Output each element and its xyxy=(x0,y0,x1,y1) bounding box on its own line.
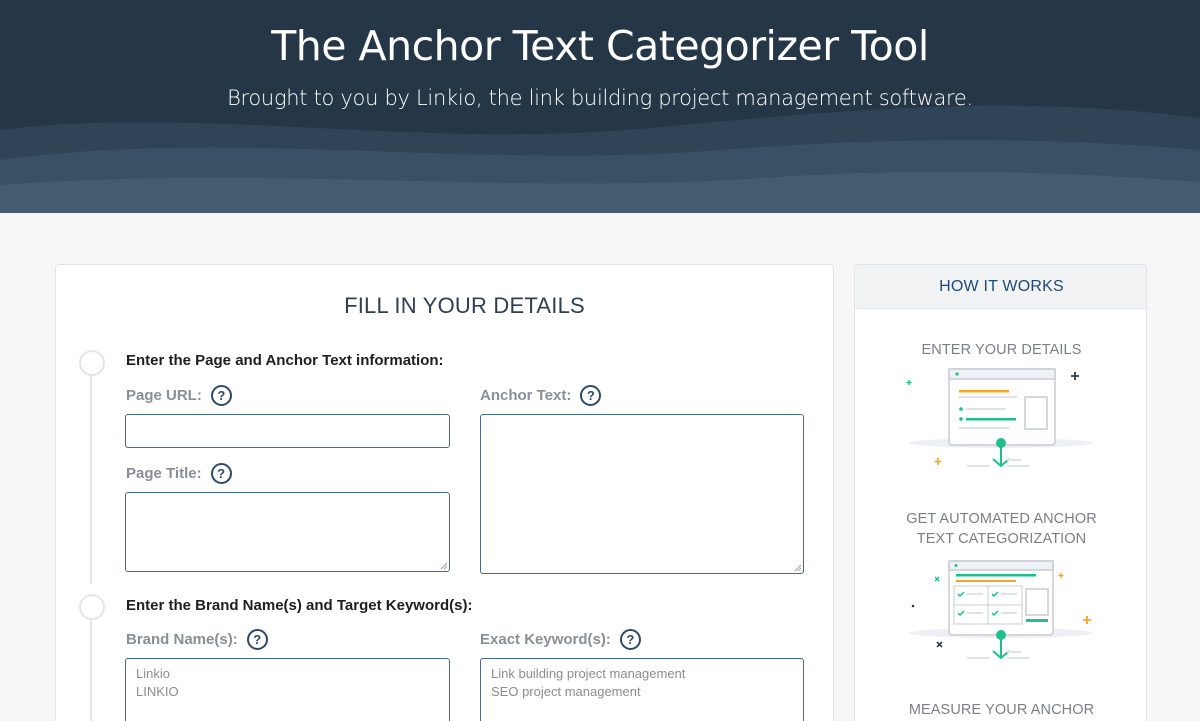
resize-grip-icon[interactable] xyxy=(794,564,802,572)
anchor-text-label-text: Anchor Text: xyxy=(480,387,572,404)
how-it-works-header: HOW IT WORKS xyxy=(855,265,1146,309)
categorization-illustration xyxy=(909,560,1093,660)
help-icon[interactable]: ? xyxy=(210,385,232,406)
page-title: The Anchor Text Categorizer Tool xyxy=(271,22,929,70)
exact-keyword-label-text: Exact Keyword(s): xyxy=(480,631,611,648)
step-categorization-label: GET AUTOMATED ANCHOR TEXT CATEGORIZATION xyxy=(906,511,1097,547)
step-1-indicator xyxy=(79,350,105,376)
page-title-label-text: Page Title: xyxy=(126,465,202,482)
form-heading: FILL IN YOUR DETAILS xyxy=(344,293,585,318)
step-2-indicator xyxy=(79,594,105,620)
how-it-works-title: HOW IT WORKS xyxy=(939,278,1064,295)
page-url-input[interactable] xyxy=(125,414,450,448)
anchor-text-input[interactable] xyxy=(480,414,804,574)
resize-grip-icon[interactable] xyxy=(440,562,448,570)
page-subtitle: Brought to you by Linkio, the link build… xyxy=(227,86,973,110)
help-icon[interactable]: ? xyxy=(210,463,232,484)
timeline-connector xyxy=(90,620,92,721)
hero-banner: The Anchor Text Categorizer Tool Brought… xyxy=(0,0,1200,213)
step-measure-label: MEASURE YOUR ANCHOR xyxy=(908,702,1095,718)
brand-name-input[interactable] xyxy=(125,658,450,721)
help-icon[interactable]: ? xyxy=(580,385,602,406)
brand-name-label-text: Brand Name(s): xyxy=(126,631,238,648)
help-icon[interactable]: ? xyxy=(619,629,641,650)
exact-keyword-label: Exact Keyword(s): ? xyxy=(480,629,641,650)
page-url-label-text: Page URL: xyxy=(126,387,202,404)
step-enter-details-label: ENTER YOUR DETAILS xyxy=(921,342,1082,358)
how-it-works-card: HOW IT WORKS ENTER YOUR DETAILS GET AUTO… xyxy=(854,264,1147,721)
step-1-label: Enter the Page and Anchor Text informati… xyxy=(126,352,444,369)
page-url-label: Page URL: ? xyxy=(126,385,232,406)
timeline-connector xyxy=(90,376,92,584)
page-title-input[interactable] xyxy=(125,492,450,572)
help-icon[interactable]: ? xyxy=(246,629,268,650)
brand-name-label: Brand Name(s): ? xyxy=(126,629,268,650)
form-entry-illustration xyxy=(906,368,1093,468)
page-title-label: Page Title: ? xyxy=(126,463,232,484)
anchor-text-label: Anchor Text: ? xyxy=(480,385,602,406)
step-2-label: Enter the Brand Name(s) and Target Keywo… xyxy=(126,597,473,614)
exact-keyword-input[interactable] xyxy=(480,658,804,721)
